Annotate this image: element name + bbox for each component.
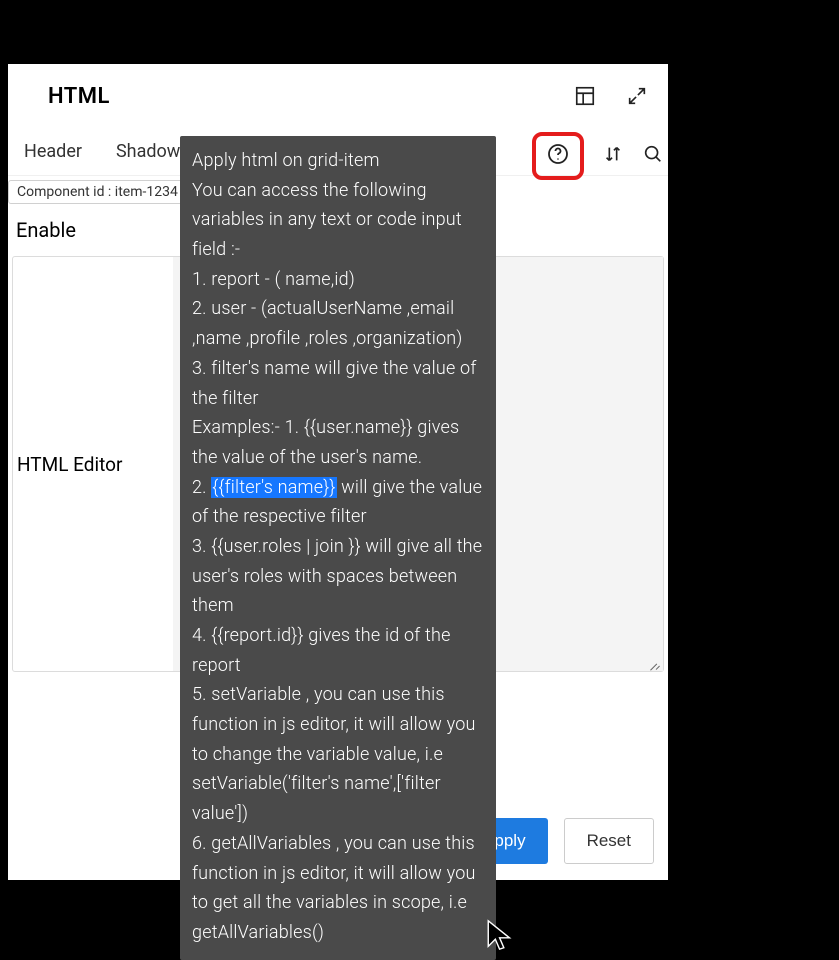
topbar: HTML [8,64,668,128]
sort-icon[interactable] [602,143,624,169]
tooltip-ex3: 3. {{user.roles | join }} will give all … [192,532,484,621]
tab-header[interactable]: Header [24,141,82,162]
tooltip-ex2-pre: 2. [192,477,211,498]
cursor-icon [484,918,518,952]
tooltip-ex2: 2. {{filter's name}} will give the value… [192,473,484,532]
tooltip-ex4: 4. {{report.id}} gives the id of the rep… [192,621,484,680]
tooltip-ex5: 5. setVariable , you can use this functi… [192,680,484,828]
tooltip-ex6: 6. getAllVariables , you can use this fu… [192,829,484,948]
component-id-pill: Component id : item-1234 [8,180,187,204]
settings-panel: HTML Header Shadow Background ••• [8,64,668,880]
help-icon[interactable] [532,132,584,180]
tooltip-ex2-highlight: {{filter's name}} [211,477,336,498]
layout-icon[interactable] [574,85,596,107]
tab-shadow[interactable]: Shadow [116,141,180,162]
tooltip-var1: 1. report - ( name,id) [192,265,484,295]
search-icon[interactable] [642,143,664,169]
enable-label: Enable [16,218,76,242]
editor-label: HTML Editor [13,257,173,671]
tooltip-ex1: Examples:- 1. {{user.name}} gives the va… [192,413,484,472]
tooltip-intro: You can access the following variables i… [192,176,484,265]
page-title: HTML [48,84,110,109]
expand-icon[interactable] [626,85,648,107]
reset-button[interactable]: Reset [564,818,654,864]
tooltip-title: Apply html on grid-item [192,146,484,176]
help-tooltip: Apply html on grid-item You can access t… [180,136,496,960]
tooltip-var3: 3. filter's name will give the value of … [192,354,484,413]
resize-handle-icon[interactable] [649,657,661,669]
tooltip-var2: 2. user - (actualUserName ,email ,name ,… [192,294,484,353]
